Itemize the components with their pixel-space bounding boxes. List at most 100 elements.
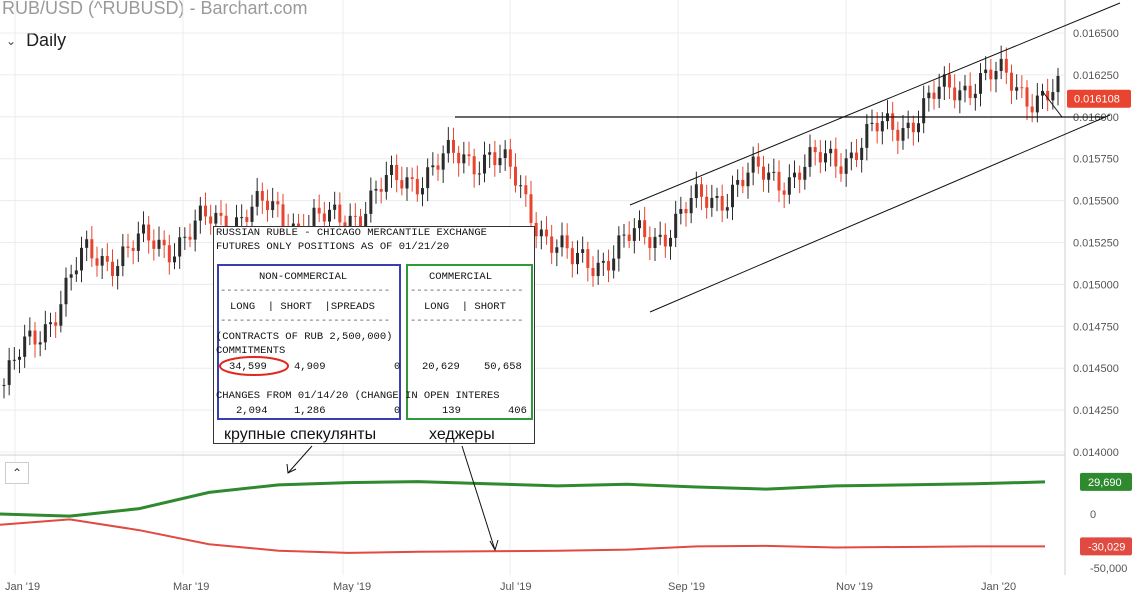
candle-body (240, 217, 244, 219)
candle-body (694, 184, 698, 199)
nc-short-value: 4,909 (294, 361, 326, 373)
dashes-3: --------------------------- (220, 315, 391, 327)
candle-body (669, 237, 672, 247)
candle-body (328, 209, 331, 222)
candle-body (648, 237, 652, 249)
c-short-value: 50,658 (484, 361, 522, 373)
candle-body (751, 156, 755, 173)
candle-body (441, 153, 445, 170)
candle-body (529, 194, 533, 223)
candle-body (276, 201, 280, 205)
candle-body (100, 256, 104, 266)
candle-body (1010, 72, 1013, 91)
arrow-hedgers (461, 445, 496, 551)
candle-body (90, 239, 94, 259)
y-tick-label: 0.014250 (1073, 405, 1119, 417)
candle-body (576, 252, 579, 265)
candle-body (157, 239, 161, 249)
candle-body (565, 235, 569, 249)
candle-body (700, 184, 703, 197)
candle-body (281, 204, 285, 228)
y-tick-label: 0.016000 (1073, 112, 1119, 124)
candle-body (446, 139, 450, 154)
candle-body (498, 158, 502, 166)
candle-body (756, 156, 760, 167)
c-columns: LONG | SHORT (424, 301, 506, 313)
candle-body (979, 73, 982, 94)
candle-body (860, 147, 864, 160)
candle-body (855, 152, 858, 160)
cot-series-line (0, 518, 1046, 554)
x-tick-label: May '19 (333, 581, 371, 592)
candle-body (421, 188, 424, 195)
y-tick-label: 0.016250 (1073, 70, 1119, 82)
candle-body (488, 152, 492, 155)
candle-body (591, 268, 595, 277)
candle-body (23, 336, 27, 357)
candle-body (1030, 106, 1034, 113)
ch-nc-spreads: 0 (394, 405, 401, 417)
candle-body (49, 322, 52, 325)
candle-body (999, 58, 1003, 72)
changes-label: CHANGES FROM 01/14/20 (CHANGE IN OPEN IN… (216, 390, 500, 402)
candle-body (570, 248, 574, 265)
candle-body (870, 122, 874, 125)
ch-c-long: 139 (442, 405, 461, 417)
hedgers-label: хеджеры (429, 426, 495, 443)
candle-body (250, 206, 254, 222)
candle-body (38, 342, 42, 345)
candle-body (932, 92, 936, 99)
dashes-1: --------------------------- (220, 285, 391, 297)
candle-body (493, 152, 497, 166)
ch-c-short: 406 (508, 405, 527, 417)
candle-body (534, 222, 538, 237)
candle-body (59, 304, 63, 326)
arrowhead-hedgers (489, 539, 499, 552)
candle-body (994, 71, 998, 80)
lower-y-tick-label: -50,000 (1090, 563, 1127, 575)
candle-body (43, 324, 47, 343)
price-chart[interactable]: 0.016500 0.016250 0.016000 0.015750 0.015500… (0, 0, 1135, 592)
candle-body (746, 172, 750, 187)
candle-body (622, 234, 626, 236)
lower-y-tick-label: 0 (1090, 509, 1096, 521)
candle-body (147, 224, 151, 241)
cot-report-box: RUSSIAN RUBLE - CHICAGO MERCANTILE EXCHA… (213, 226, 535, 444)
lower-panel-toggle[interactable]: ⌃ (5, 462, 29, 484)
candle-body (183, 236, 187, 238)
candle-body (560, 235, 564, 248)
candle-body (875, 122, 879, 132)
candle-body (958, 90, 962, 101)
candle-body (178, 237, 182, 257)
nc-spreads-value: 0 (394, 361, 401, 373)
candle-body (64, 277, 68, 305)
x-tick-label: Sep '19 (668, 581, 705, 592)
candle-body (142, 224, 145, 234)
candle-body (374, 188, 378, 191)
candle-body (710, 197, 714, 208)
candle-body (85, 239, 89, 248)
candle-body (581, 249, 585, 253)
candle-body (586, 249, 590, 269)
candle-body (74, 270, 78, 275)
candle-body (503, 149, 507, 159)
candle-body (550, 236, 554, 253)
arrow-speculators (287, 445, 313, 474)
candle-body (204, 205, 207, 217)
candle-body (472, 156, 476, 175)
candle-body (28, 330, 32, 337)
candle-body (400, 180, 404, 189)
candle-body (54, 322, 58, 326)
candle-body (80, 247, 83, 271)
candle-body (762, 166, 765, 180)
candle-body (984, 69, 988, 74)
candle-body (627, 234, 631, 241)
y-tick-label: 0.014750 (1073, 321, 1119, 333)
candle-body (1051, 92, 1055, 101)
candle-body (426, 167, 430, 189)
x-tick-label: Nov '19 (836, 581, 873, 592)
candle-body (18, 356, 21, 360)
x-tick-label: Jul '19 (500, 581, 531, 592)
cot-value-label: 29,690 (1088, 477, 1122, 489)
candle-body (787, 177, 791, 195)
